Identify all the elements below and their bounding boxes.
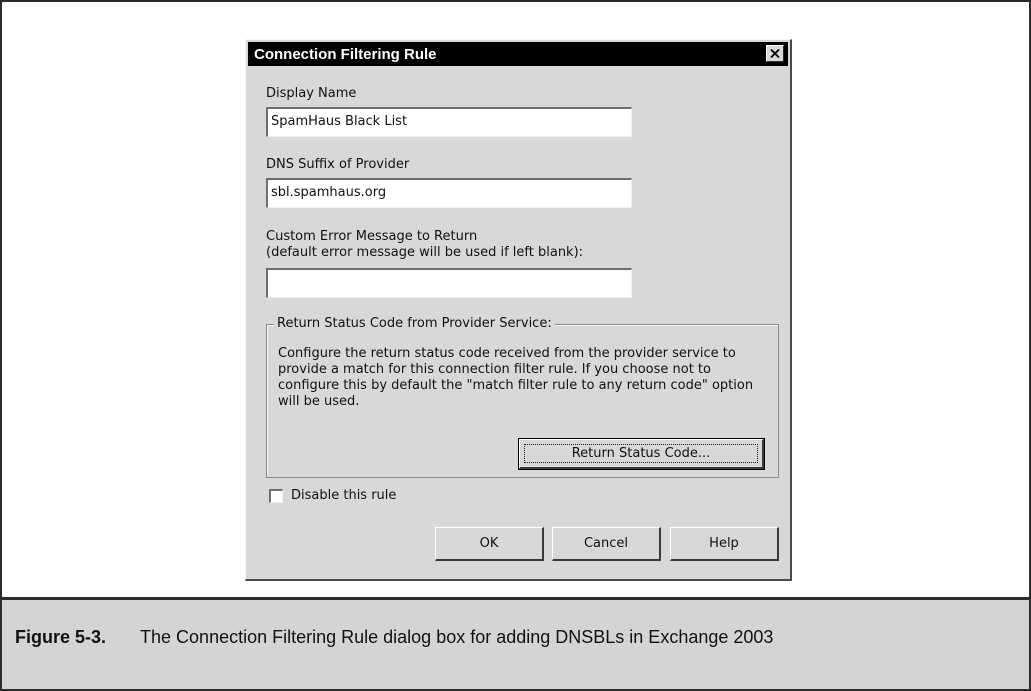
disable-rule-label: Disable this rule <box>291 488 397 503</box>
display-name-label: Display Name <box>266 86 357 101</box>
close-icon <box>770 49 780 58</box>
figure-caption: Figure 5-3. The Connection Filtering Rule… <box>15 627 773 648</box>
figure-label: Figure 5-3. <box>15 627 107 647</box>
focus-rectangle <box>524 444 758 463</box>
dns-suffix-input[interactable]: sbl.spamhaus.org <box>266 178 632 208</box>
figure-caption-bar: Figure 5-3. The Connection Filtering Rule… <box>0 597 1031 691</box>
disable-rule-checkbox[interactable] <box>269 489 283 503</box>
custom-error-input[interactable] <box>266 268 632 298</box>
ok-button[interactable]: OK <box>435 527 544 561</box>
return-status-description: Configure the return status code receive… <box>278 346 754 409</box>
help-button-label: Help <box>709 536 739 551</box>
return-status-groupbox: Return Status Code from Provider Service… <box>266 316 779 478</box>
return-status-legend: Return Status Code from Provider Service… <box>274 316 555 331</box>
close-button[interactable] <box>766 45 784 62</box>
dns-suffix-label: DNS Suffix of Provider <box>266 157 410 172</box>
display-name-input[interactable]: SpamHaus Black List <box>266 107 632 137</box>
ok-button-label: OK <box>479 536 499 551</box>
connection-filtering-rule-dialog: Connection Filtering Rule Display Name S… <box>245 39 792 581</box>
cancel-button-label: Cancel <box>583 536 629 551</box>
return-status-code-button[interactable]: Return Status Code... <box>518 438 765 470</box>
custom-error-label: Custom Error Message to Return <box>266 229 478 244</box>
figure-frame: Connection Filtering Rule Display Name S… <box>0 0 1031 599</box>
help-button[interactable]: Help <box>670 527 779 561</box>
dialog-title: Connection Filtering Rule <box>254 46 437 63</box>
cancel-button[interactable]: Cancel <box>552 527 661 561</box>
custom-error-hint: (default error message will be used if l… <box>266 245 584 260</box>
dialog-titlebar: Connection Filtering Rule <box>248 42 788 66</box>
figure-caption-text: The Connection Filtering Rule dialog box… <box>140 627 774 647</box>
